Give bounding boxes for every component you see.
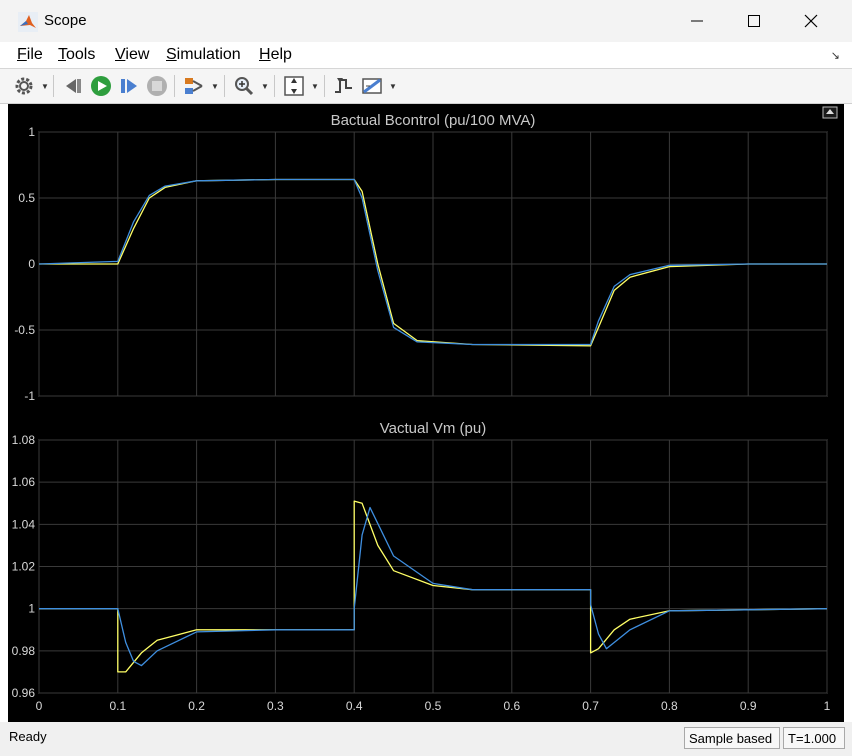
menu-simulation[interactable]: Simulation bbox=[166, 46, 241, 64]
toolbar-separator bbox=[274, 75, 275, 97]
step-back-icon[interactable] bbox=[62, 74, 86, 98]
scope-plot-area: Bactual Bcontrol (pu/100 MVA) 1 0.5 0 -0.5 -1… bbox=[8, 104, 844, 722]
signal-dropdown-icon[interactable]: ▼ bbox=[211, 82, 219, 91]
status-ready-text: Ready bbox=[9, 729, 47, 744]
matlab-logo-icon bbox=[18, 12, 38, 32]
x-tick-label: 0.7 bbox=[582, 699, 599, 713]
y-tick-label: 0.96 bbox=[12, 686, 36, 700]
menu-help[interactable]: Help bbox=[259, 46, 292, 64]
toolbar: ▼ ▼ ▼ ▼ ▼ bbox=[0, 69, 852, 104]
y-tick-label: -1 bbox=[24, 389, 35, 403]
y-tick-label: 0.5 bbox=[18, 191, 35, 205]
y-tick-label: -0.5 bbox=[14, 323, 35, 337]
signal-selector-icon[interactable] bbox=[182, 74, 206, 98]
status-bar: Ready Sample based T=1.000 bbox=[0, 722, 852, 756]
run-icon[interactable] bbox=[89, 74, 113, 98]
zoom-dropdown-icon[interactable]: ▼ bbox=[261, 82, 269, 91]
menu-tools[interactable]: Tools bbox=[58, 46, 95, 64]
settings-dropdown-icon[interactable]: ▼ bbox=[41, 82, 49, 91]
y-tick-label: 1.04 bbox=[12, 517, 36, 531]
menu-file[interactable]: File bbox=[17, 46, 43, 64]
scale-dropdown-icon[interactable]: ▼ bbox=[311, 82, 319, 91]
y-tick-label: 1.08 bbox=[12, 433, 36, 447]
step-forward-icon[interactable] bbox=[117, 74, 141, 98]
x-tick-label: 0.1 bbox=[109, 699, 126, 713]
toolbar-separator bbox=[224, 75, 225, 97]
x-tick-label: 0.2 bbox=[188, 699, 205, 713]
maximize-button[interactable] bbox=[731, 4, 777, 38]
close-button[interactable] bbox=[788, 4, 834, 38]
minimize-button[interactable] bbox=[674, 4, 720, 38]
x-tick-label: 0.8 bbox=[661, 699, 678, 713]
close-icon bbox=[804, 14, 818, 28]
x-tick-label: 0.6 bbox=[503, 699, 520, 713]
menu-bar: File Tools View Simulation Help ↘ bbox=[0, 42, 852, 69]
x-tick-label: 0 bbox=[36, 699, 43, 713]
undock-arrow-icon[interactable]: ↘ bbox=[831, 49, 840, 62]
measurements-icon[interactable] bbox=[360, 74, 384, 98]
x-tick-label: 0.5 bbox=[425, 699, 442, 713]
y-tick-label: 0.98 bbox=[12, 644, 36, 658]
scope-plots-svg: Bactual Bcontrol (pu/100 MVA) 1 0.5 0 -0.5 -1… bbox=[12, 106, 838, 713]
x-tick-label: 0.3 bbox=[267, 699, 284, 713]
measurements-dropdown-icon[interactable]: ▼ bbox=[389, 82, 397, 91]
menu-file-rest: ile bbox=[26, 46, 43, 63]
stop-icon[interactable] bbox=[145, 74, 169, 98]
y-tick-label: 0 bbox=[28, 257, 35, 271]
y-tick-label: 1 bbox=[28, 125, 35, 139]
sim-time-box: T=1.000 bbox=[783, 727, 845, 749]
sample-mode-box: Sample based bbox=[684, 727, 780, 749]
minimize-icon bbox=[691, 20, 703, 22]
menu-view[interactable]: View bbox=[115, 46, 149, 64]
toolbar-separator bbox=[53, 75, 54, 97]
zoom-icon[interactable] bbox=[232, 74, 256, 98]
window-titlebar: Scope bbox=[0, 0, 852, 42]
y-tick-label: 1 bbox=[28, 602, 35, 616]
scale-axes-icon[interactable] bbox=[282, 74, 306, 98]
plot-title-2: Vactual Vm (pu) bbox=[380, 420, 486, 437]
y-tick-label: 1.06 bbox=[12, 475, 36, 489]
window-title: Scope bbox=[44, 12, 87, 29]
triggers-icon[interactable] bbox=[332, 74, 356, 98]
y-tick-label: 1.02 bbox=[12, 560, 36, 574]
settings-gear-icon[interactable] bbox=[12, 74, 36, 98]
plot-title-1: Bactual Bcontrol (pu/100 MVA) bbox=[331, 112, 536, 129]
x-tick-label: 1 bbox=[824, 699, 831, 713]
x-tick-label: 0.4 bbox=[346, 699, 363, 713]
x-tick-label: 0.9 bbox=[740, 699, 757, 713]
maximize-icon bbox=[748, 15, 760, 27]
toolbar-separator bbox=[324, 75, 325, 97]
toolbar-separator bbox=[174, 75, 175, 97]
